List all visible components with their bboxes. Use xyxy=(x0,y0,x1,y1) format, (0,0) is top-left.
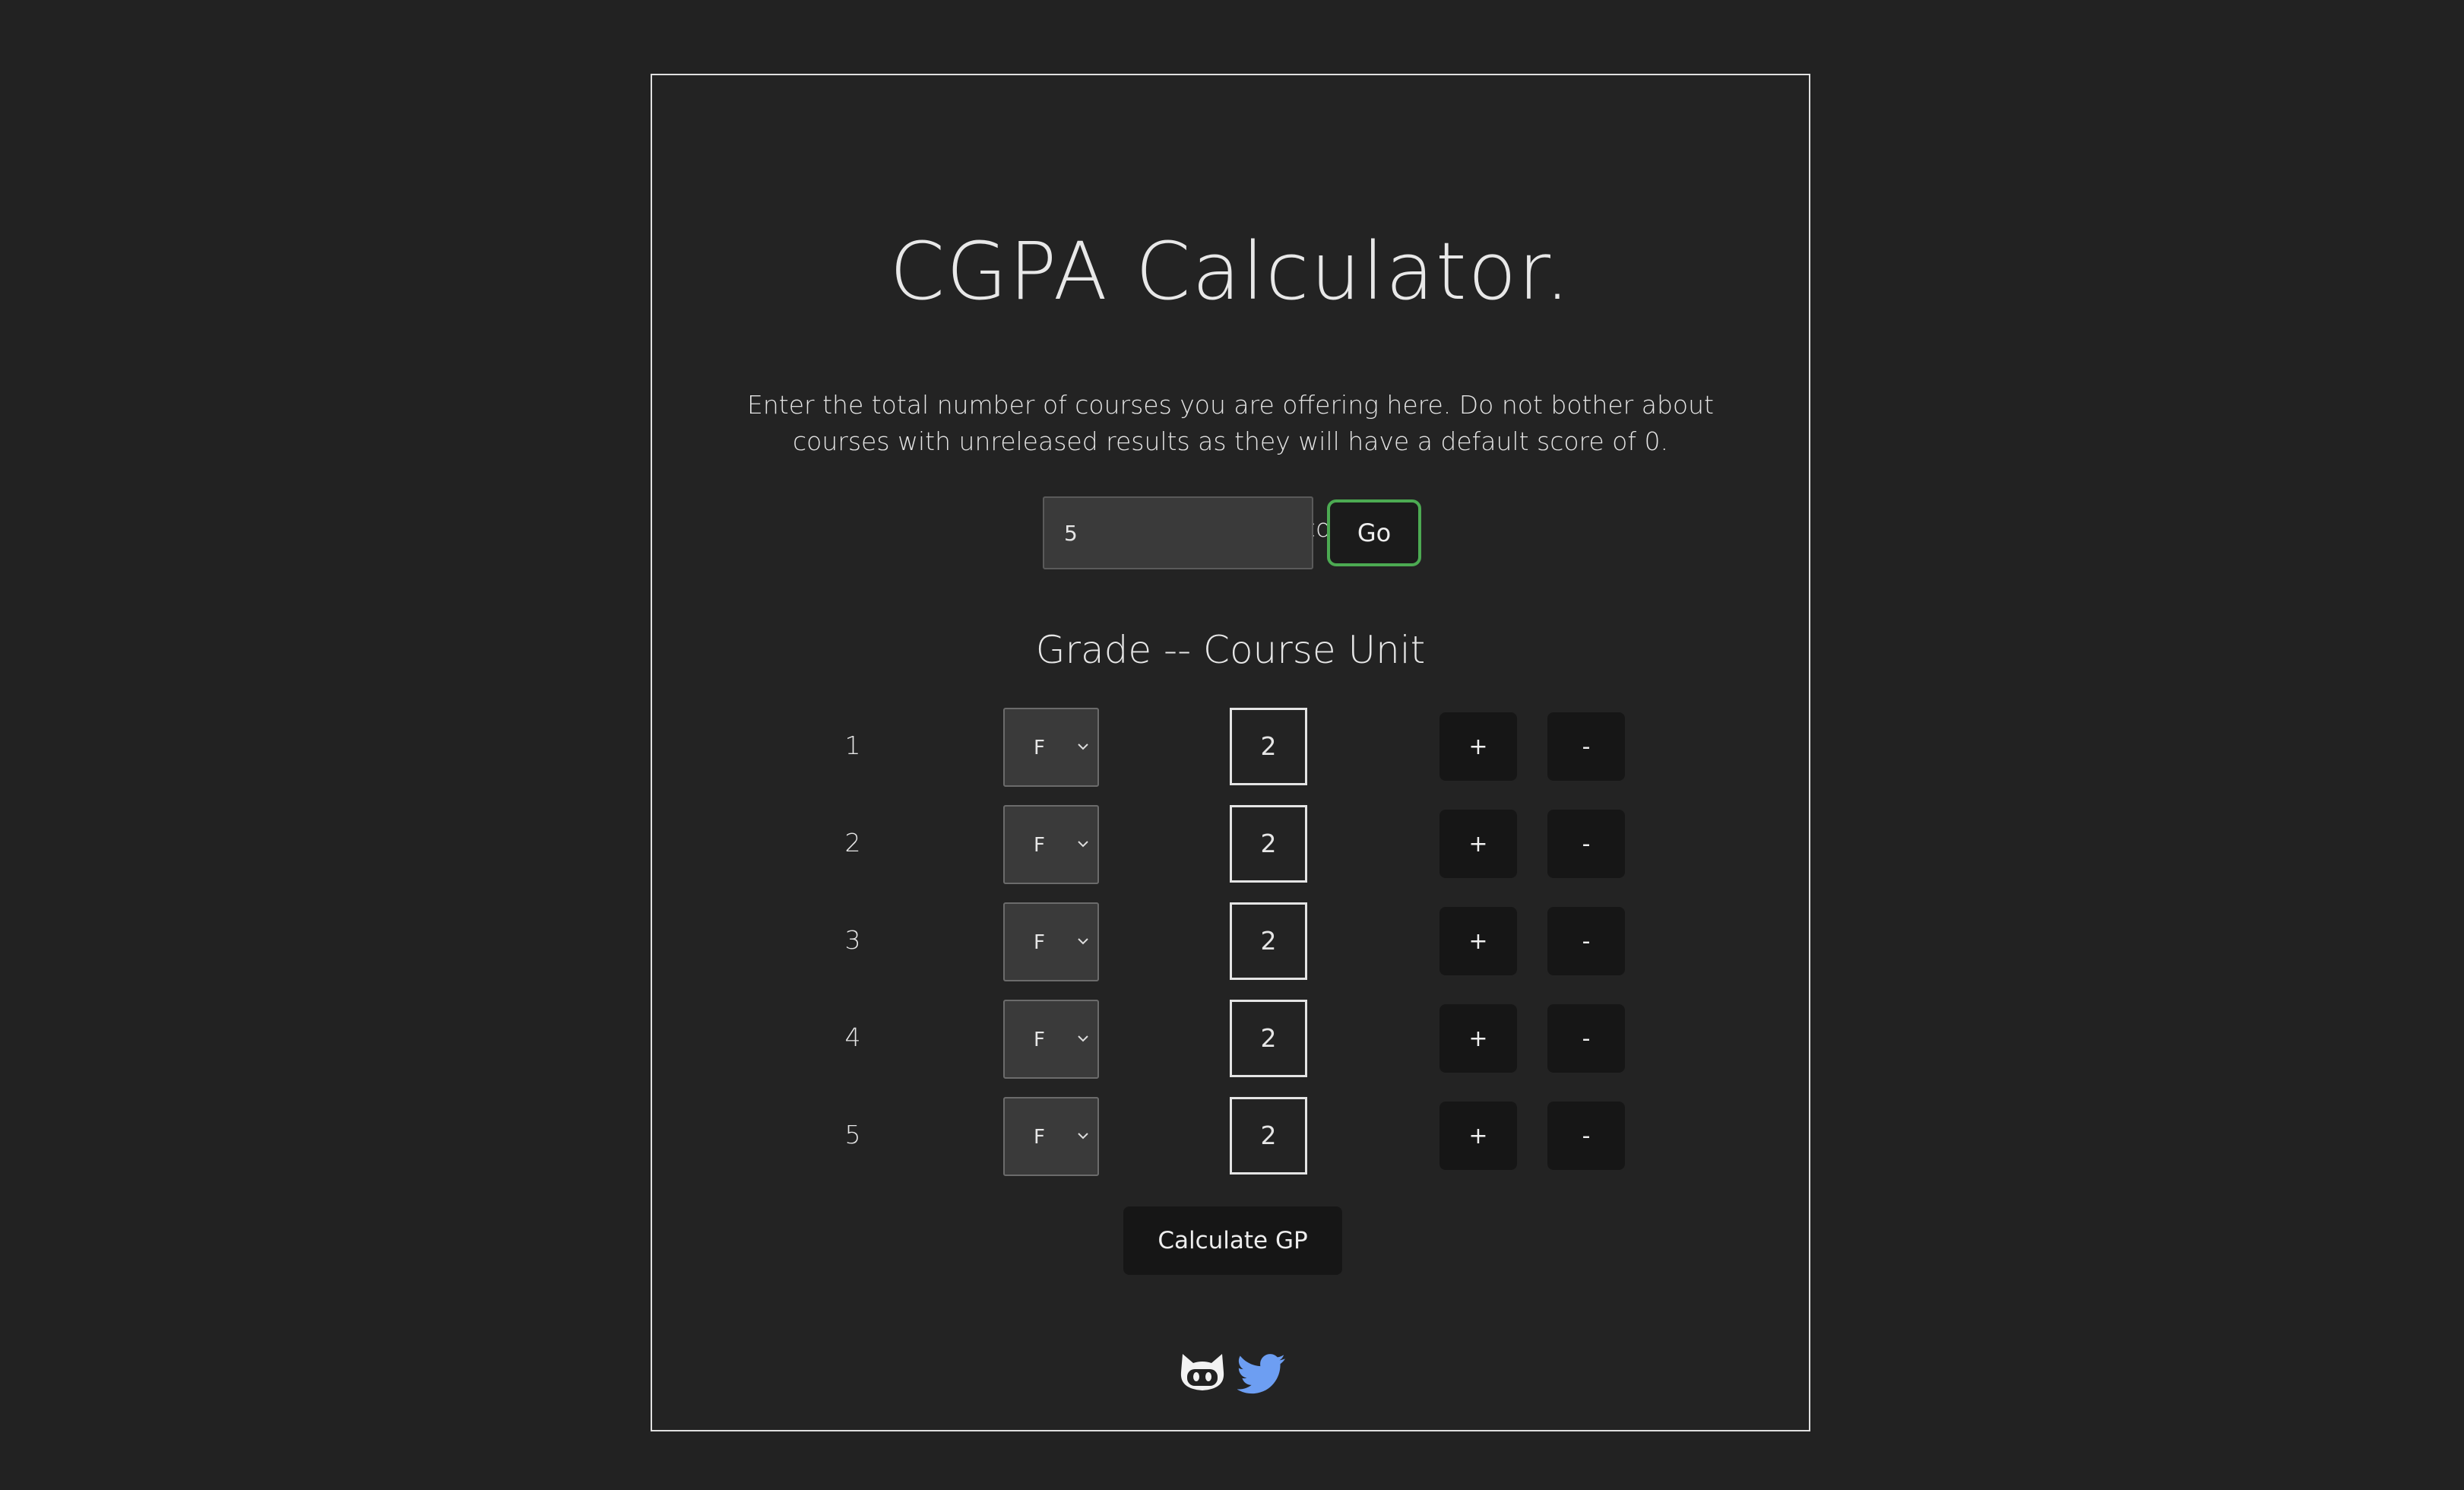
increase-unit-button[interactable]: + xyxy=(1439,907,1517,975)
course-unit-value: 2 xyxy=(1230,902,1307,980)
increase-unit-button[interactable]: + xyxy=(1439,712,1517,781)
increase-unit-button[interactable]: + xyxy=(1439,1102,1517,1170)
github-icon xyxy=(1180,1354,1224,1390)
calculate-gp-button[interactable]: Calculate GP xyxy=(1123,1206,1342,1275)
increase-unit-button[interactable]: + xyxy=(1439,1004,1517,1073)
course-number: 3 xyxy=(844,925,861,955)
course-row: 5 F 2 + - xyxy=(652,1094,1809,1178)
page-title: CGPA Calculator. xyxy=(889,225,1572,318)
grade-value: F xyxy=(1034,1126,1045,1149)
course-number: 1 xyxy=(844,731,861,760)
course-unit-value: 2 xyxy=(1230,805,1307,883)
grade-value: F xyxy=(1034,834,1045,857)
grade-value: F xyxy=(1034,737,1045,759)
decrease-unit-button[interactable]: - xyxy=(1547,1004,1625,1073)
grade-value: F xyxy=(1034,931,1045,954)
grade-select[interactable]: F xyxy=(1003,1097,1099,1176)
grade-select[interactable]: F xyxy=(1003,902,1099,981)
course-number: 2 xyxy=(844,828,861,858)
grade-select[interactable]: F xyxy=(1003,805,1099,884)
decrease-unit-button[interactable]: - xyxy=(1547,810,1625,878)
course-row: 4 F 2 + - xyxy=(652,997,1809,1080)
grade-select[interactable]: F xyxy=(1003,1000,1099,1079)
grade-select[interactable]: F xyxy=(1003,708,1099,787)
decrease-unit-button[interactable]: - xyxy=(1547,1102,1625,1170)
twitter-icon xyxy=(1237,1354,1285,1394)
course-unit-value: 2 xyxy=(1230,1000,1307,1077)
calculator-card: CGPA Calculator. Enter the total number … xyxy=(651,74,1810,1431)
course-count-input[interactable] xyxy=(1043,496,1313,569)
intro-text: Enter the total number of courses you ar… xyxy=(747,390,1714,456)
course-row: 3 F 2 + - xyxy=(652,899,1809,983)
decrease-unit-button[interactable]: - xyxy=(1547,907,1625,975)
increase-unit-button[interactable]: + xyxy=(1439,810,1517,878)
twitter-link[interactable] xyxy=(1237,1349,1286,1398)
course-unit-value: 2 xyxy=(1230,708,1307,785)
decrease-unit-button[interactable]: - xyxy=(1547,712,1625,781)
chevron-down-icon xyxy=(1078,1133,1088,1140)
course-row: 1 F 2 + - xyxy=(652,705,1809,788)
course-number: 5 xyxy=(844,1120,861,1149)
grade-unit-heading: Grade -- Course Unit xyxy=(1035,628,1426,672)
chevron-down-icon xyxy=(1078,938,1088,945)
grade-value: F xyxy=(1034,1029,1045,1051)
course-row: 2 F 2 + - xyxy=(652,802,1809,886)
chevron-down-icon xyxy=(1078,743,1088,750)
github-link[interactable] xyxy=(1178,1349,1227,1398)
chevron-down-icon xyxy=(1078,1035,1088,1042)
course-unit-value: 2 xyxy=(1230,1097,1307,1175)
course-number: 4 xyxy=(844,1022,861,1052)
chevron-down-icon xyxy=(1078,841,1088,848)
go-button[interactable]: Go xyxy=(1327,499,1421,566)
